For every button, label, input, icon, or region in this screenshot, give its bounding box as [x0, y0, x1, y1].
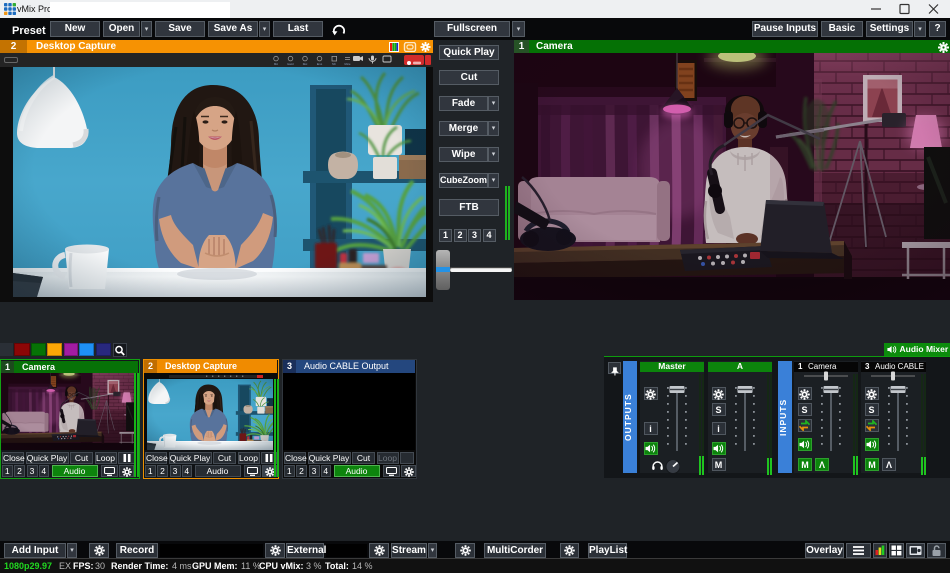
svg-text:Shr: Shr	[332, 62, 336, 66]
svg-text:Emo: Emo	[317, 62, 323, 66]
svg-text:Rec: Rec	[303, 62, 308, 66]
svg-text:Mic: Mic	[274, 62, 279, 66]
svg-text:Hand: Hand	[287, 62, 294, 66]
svg-text:More: More	[345, 62, 351, 66]
